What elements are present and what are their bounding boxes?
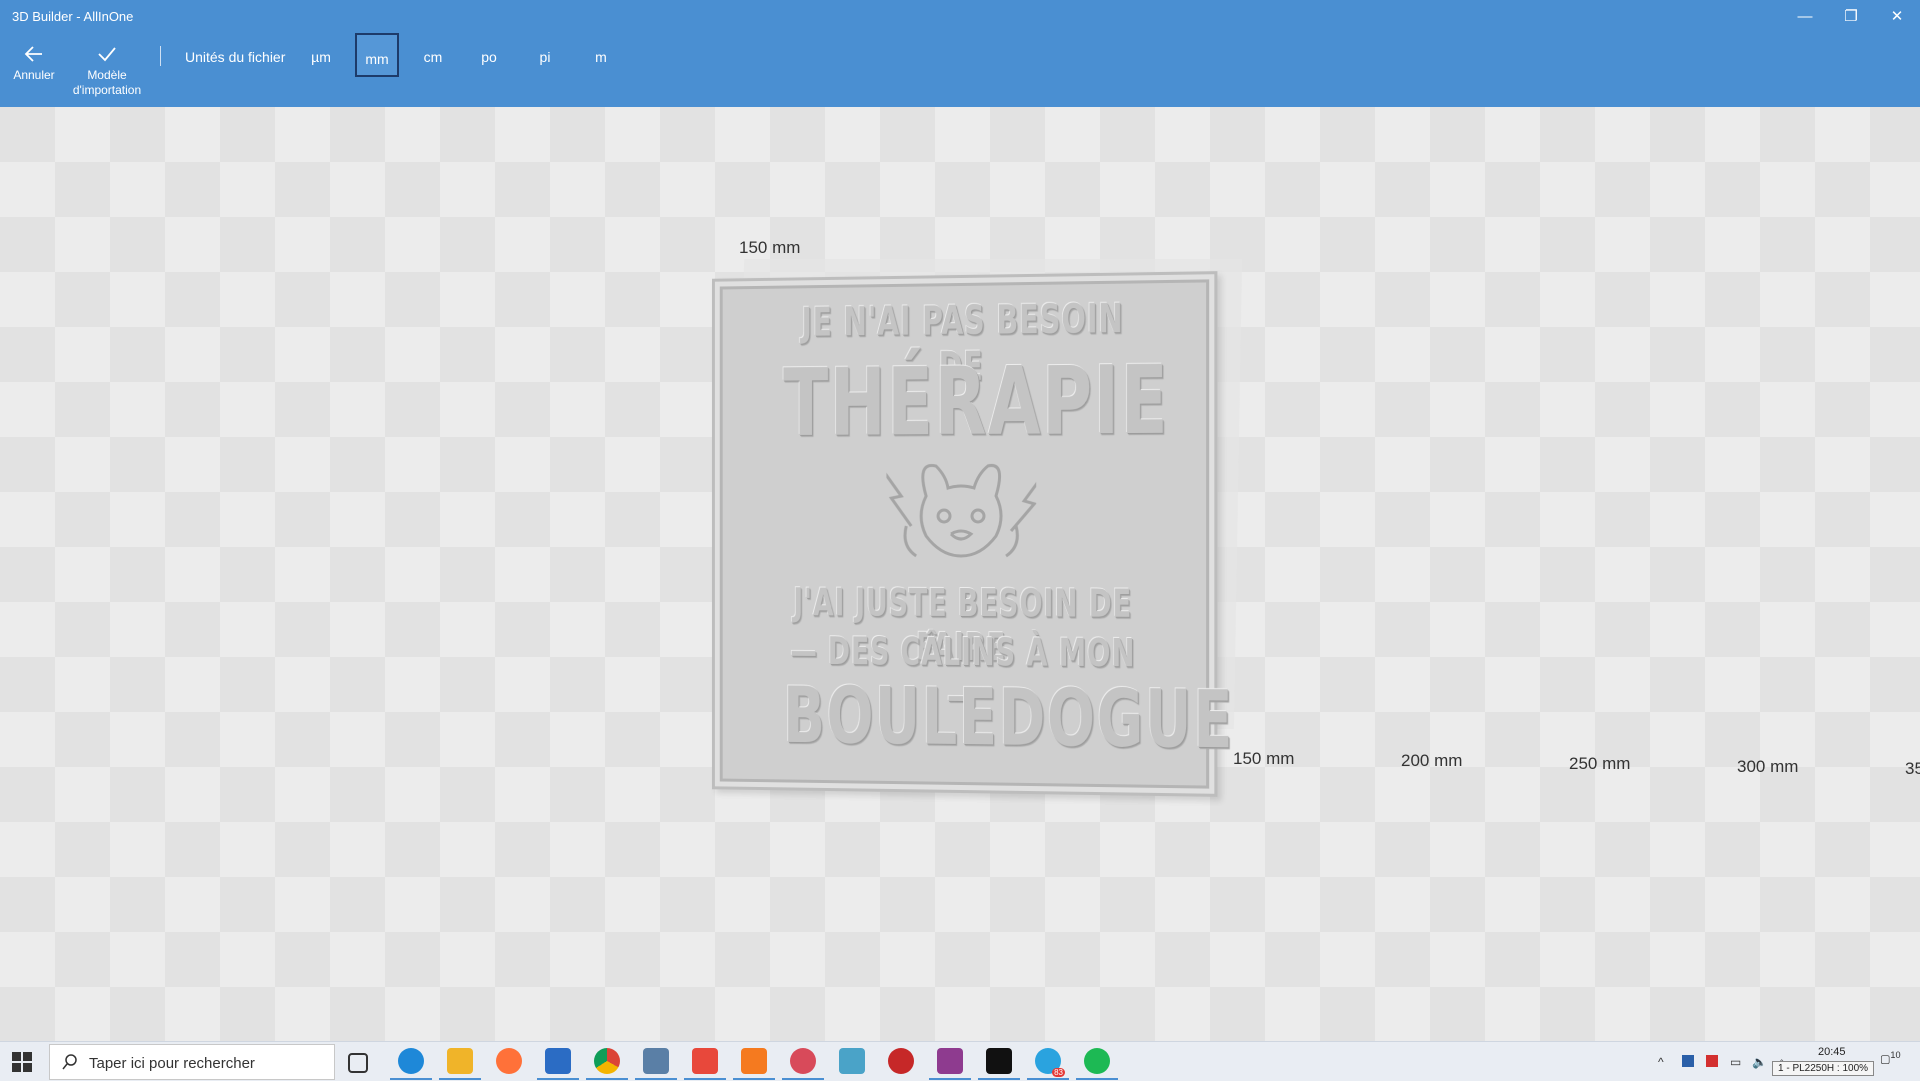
model-text-line2: THÉRAPIE: [783, 345, 1170, 458]
unit-um-button[interactable]: µm: [299, 33, 343, 77]
notification-count: 10: [1890, 1050, 1901, 1060]
notepad-icon[interactable]: [839, 1048, 865, 1074]
flstudio-icon[interactable]: [733, 1048, 775, 1080]
tray-app-icon[interactable]: [1682, 1055, 1694, 1067]
ruler-label-x-300: 300 mm: [1737, 757, 1799, 776]
checkmark-icon: [98, 47, 116, 62]
minimize-icon: —: [1797, 8, 1813, 25]
winrar-icon[interactable]: [929, 1048, 971, 1080]
taskbar-search-box[interactable]: Taper ici pour rechercher: [49, 1044, 335, 1080]
clock[interactable]: 20:45: [1818, 1046, 1846, 1058]
chrome-icon[interactable]: [586, 1048, 628, 1080]
spotify-icon[interactable]: [1076, 1048, 1118, 1080]
back-arrow-icon: [24, 46, 42, 62]
minimize-button[interactable]: —: [1782, 4, 1828, 30]
unit-cm-button[interactable]: cm: [411, 33, 455, 77]
ruler-label-x-350: 35: [1905, 759, 1920, 778]
units-label: Unités du fichier: [185, 49, 286, 65]
unit-m-button[interactable]: m: [579, 33, 623, 77]
import-model-button[interactable]: Modèle d'importation: [68, 42, 146, 98]
anydesk-icon[interactable]: [684, 1048, 726, 1080]
notification-center-icon[interactable]: ▢10: [1880, 1050, 1901, 1066]
telegram-icon[interactable]: 83: [1027, 1048, 1069, 1080]
bulldog-relief-icon: [886, 456, 1036, 566]
unit-mm-button[interactable]: mm: [355, 33, 399, 77]
cancel-label: Annuler: [13, 68, 55, 82]
toolbar-separator: [160, 46, 161, 66]
app-icon[interactable]: [635, 1048, 677, 1080]
task-view-icon[interactable]: [348, 1053, 368, 1073]
tray-anydesk-icon[interactable]: [1706, 1055, 1718, 1067]
monitor-tooltip: 1 - PL2250H : 100%: [1772, 1061, 1875, 1076]
unit-po-button[interactable]: po: [467, 33, 511, 77]
windows-start-icon[interactable]: [12, 1052, 32, 1072]
record-icon[interactable]: [888, 1048, 914, 1074]
file-explorer-icon[interactable]: [439, 1048, 481, 1080]
import-label-line2: d'importation: [72, 83, 142, 97]
title-ribbon-bar: 3D Builder - AllInOne — ❐ ✕ Annuler Modè…: [0, 0, 1920, 107]
search-icon: [62, 1054, 77, 1070]
close-button[interactable]: ✕: [1874, 4, 1920, 30]
ruler-label-top: 150 mm: [739, 238, 801, 257]
network-icon[interactable]: ▭: [1730, 1055, 1741, 1069]
mail-icon[interactable]: [537, 1048, 579, 1080]
windows-taskbar: Taper ici pour rechercher 83 ^ ▭ 🔈 ⌂ 20:…: [0, 1041, 1920, 1081]
snipping-icon[interactable]: [782, 1048, 824, 1080]
ruler-label-x-250: 250 mm: [1569, 754, 1631, 773]
restore-button[interactable]: ❐: [1828, 4, 1874, 30]
volume-icon[interactable]: 🔈: [1752, 1055, 1767, 1069]
edge-icon[interactable]: [390, 1048, 432, 1080]
import-label-line1: Modèle: [87, 68, 127, 82]
show-hidden-icons-icon[interactable]: ^: [1658, 1055, 1664, 1069]
3d-viewport[interactable]: 150 mm 150 mm 200 mm 250 mm 300 mm 35 JE…: [0, 107, 1920, 1041]
close-icon: ✕: [1890, 8, 1904, 25]
unit-pi-button[interactable]: pi: [523, 33, 567, 77]
imported-3d-model[interactable]: JE N'AI PAS BESOIN DE THÉRAPIE J'AI JUST…: [712, 271, 1235, 797]
telegram-badge: 83: [1052, 1068, 1065, 1077]
firefox-icon[interactable]: [496, 1048, 522, 1074]
notion-icon[interactable]: [978, 1048, 1020, 1080]
ruler-label-x-150: 150 mm: [1233, 749, 1295, 768]
restore-icon: ❐: [1844, 8, 1858, 25]
window-title: 3D Builder - AllInOne: [12, 9, 134, 24]
cancel-button[interactable]: Annuler: [10, 42, 58, 83]
search-placeholder: Taper ici pour rechercher: [89, 1055, 255, 1072]
model-text-line5: BOULEDOGUE: [783, 671, 1235, 767]
ruler-label-x-200: 200 mm: [1401, 751, 1463, 770]
